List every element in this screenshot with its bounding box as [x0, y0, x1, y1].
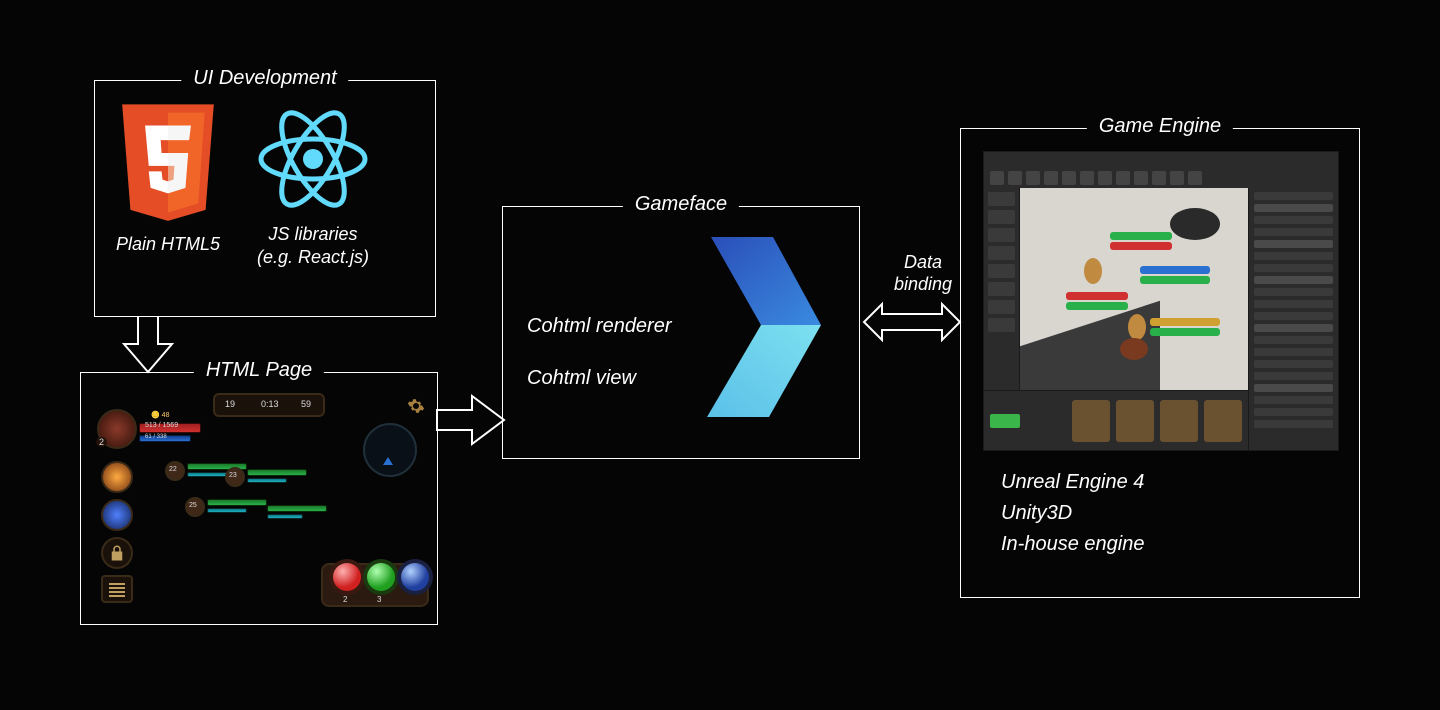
hud-coins: 🪙 48: [151, 411, 169, 419]
hud-unit2-hp: [247, 469, 307, 476]
ui-development-box: UI Development Plain HTML5 J: [94, 80, 436, 317]
game-hud-mock: 19 0:13 59 2 🪙 48 513 / 1569 61 / 338 22: [95, 387, 423, 610]
data-binding-label-line1: Data: [904, 252, 942, 272]
arrow-ui-to-html-icon: [118, 316, 178, 376]
engine-item-unreal: Unreal Engine 4: [1001, 467, 1144, 498]
react-caption-line1: JS libraries: [268, 224, 357, 244]
hud-unit3-level: 25: [189, 502, 197, 509]
game-engine-box: Game Engine: [960, 128, 1360, 598]
lock-icon: [108, 542, 126, 564]
hud-unit1-level: 22: [169, 466, 177, 473]
engine-item-inhouse: In-house engine: [1001, 529, 1144, 560]
react-logo-icon: [253, 99, 373, 219]
editor-content-browser: [984, 390, 1248, 450]
gameface-title: Gameface: [623, 193, 739, 216]
data-binding-label: Data binding: [884, 252, 962, 295]
html-page-box: HTML Page 19 0:13 59 2 🪙 48 513 / 1569 6…: [80, 372, 438, 625]
hud-potion-green: [363, 559, 399, 595]
react-column: JS libraries (e.g. React.js): [253, 99, 373, 270]
hud-potion-red: [329, 559, 365, 595]
hud-unit4-mp: [267, 514, 303, 519]
hud-potion2-count: 3: [377, 595, 381, 604]
hud-potion-blue: [397, 559, 433, 595]
gameface-box: Gameface Cohtml renderer Cohtml view: [502, 206, 860, 459]
hud-unit2-level: 23: [229, 472, 237, 479]
hud-armor-text: 61 / 338: [145, 434, 167, 440]
hud-unit3-hp: [207, 499, 267, 506]
arrow-data-binding-icon: [862, 300, 962, 344]
hud-hp-text: 513 / 1569: [145, 422, 178, 429]
game-engine-title: Game Engine: [1087, 115, 1233, 138]
hud-unit4-hp: [267, 505, 327, 512]
html5-caption: Plain HTML5: [116, 233, 220, 256]
editor-add-button: [990, 414, 1020, 428]
gameface-line-renderer: Cohtml renderer: [527, 315, 672, 338]
hud-minimap: [363, 423, 417, 477]
gameface-chevron-icon: [701, 227, 831, 427]
hud-score-left: 19: [225, 399, 235, 409]
hud-potion1-count: 2: [343, 595, 347, 604]
hud-ability-1: [101, 461, 133, 493]
hud-score-right: 59: [301, 399, 311, 409]
react-caption: JS libraries (e.g. React.js): [257, 223, 369, 270]
viewport-character-3: [1120, 338, 1148, 360]
hud-timer: 0:13: [261, 399, 279, 409]
viewport-blob-1: [1170, 208, 1220, 240]
game-editor-screenshot: [983, 151, 1339, 451]
editor-right-pane: [1248, 188, 1338, 450]
react-caption-line2: (e.g. React.js): [257, 247, 369, 267]
arrow-html-to-gameface-icon: [436, 390, 508, 450]
editor-toolbar: [984, 168, 1338, 188]
hud-unit3-mp: [207, 508, 247, 513]
html5-logo-icon: [113, 99, 223, 229]
play-icon: [383, 457, 393, 465]
data-binding-label-line2: binding: [894, 274, 952, 294]
hud-inventory-icon: [101, 575, 133, 603]
hud-level-badge: 2: [96, 437, 107, 447]
editor-menubar: [984, 152, 1338, 168]
viewport-character-2: [1128, 314, 1146, 340]
gear-icon: [407, 397, 425, 415]
html5-column: Plain HTML5: [113, 99, 223, 256]
hud-unit2-mp: [247, 478, 287, 483]
engine-item-unity: Unity3D: [1001, 498, 1144, 529]
viewport-character-1: [1084, 258, 1102, 284]
game-engine-list: Unreal Engine 4 Unity3D In-house engine: [1001, 467, 1144, 560]
hud-ability-2: [101, 499, 133, 531]
gameface-line-view: Cohtml view: [527, 367, 636, 390]
ui-development-title: UI Development: [181, 67, 348, 90]
html-page-title: HTML Page: [194, 359, 324, 382]
